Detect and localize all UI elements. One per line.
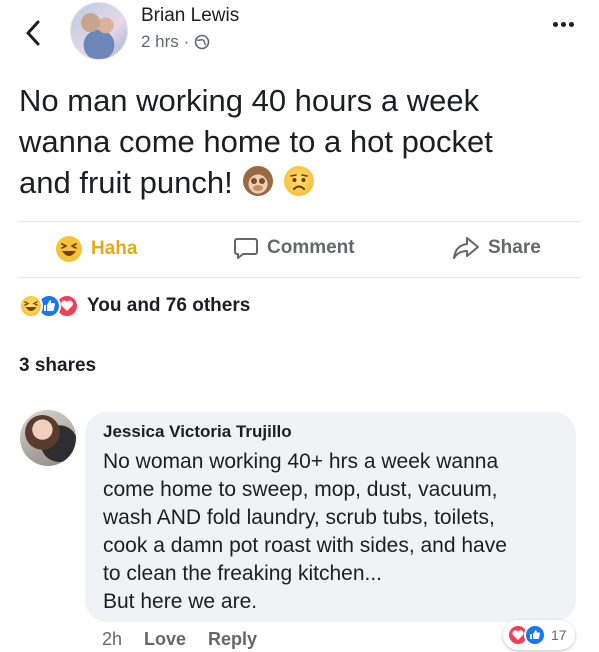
post-text: No man working 40 hours a week wanna com… — [19, 80, 579, 203]
see-no-evil-monkey-icon — [243, 166, 274, 196]
author-avatar[interactable] — [70, 2, 128, 60]
reactions-count-text: You and 76 others — [87, 295, 251, 316]
like-reaction-icon — [524, 624, 546, 646]
post-text-line: wanna come home to a hot pocket — [19, 124, 493, 159]
comment-love-button[interactable]: Love — [144, 629, 186, 650]
comment-reaction-count: 17 — [551, 627, 567, 643]
shares-count[interactable]: 3 shares — [19, 355, 96, 377]
globe-icon — [195, 34, 210, 50]
comment-text: No woman working 40+ hrs a week wanna co… — [103, 448, 563, 616]
dot — [553, 22, 558, 27]
more-options-button[interactable] — [553, 22, 574, 27]
comment-line: cook a damn pot roast with sides, and ha… — [103, 534, 507, 557]
comment-author-name[interactable]: Jessica Victoria Trujillo — [103, 422, 292, 442]
share-button[interactable]: Share — [452, 235, 541, 261]
comment-bubble: Jessica Victoria Trujillo No woman worki… — [85, 412, 576, 622]
comment-reactions-badge[interactable]: 17 — [503, 620, 575, 650]
divider — [18, 221, 581, 222]
comment-line: No woman working 40+ hrs a week wanna — [103, 450, 499, 473]
comment-line: to clean the freaking kitchen... — [103, 562, 382, 585]
comment-line: come home to sweep, mop, dust, vacuum, — [103, 478, 498, 501]
comment-button[interactable]: Comment — [233, 235, 355, 261]
post-author-name[interactable]: Brian Lewis — [141, 5, 239, 27]
post-action-bar: Haha Comment Share — [0, 229, 599, 275]
share-label: Share — [488, 237, 541, 258]
haha-label: Haha — [91, 238, 138, 259]
dot — [569, 22, 574, 27]
haha-reaction-icon — [19, 294, 43, 318]
comment-reply-button[interactable]: Reply — [208, 629, 257, 650]
meta-separator: · — [183, 32, 190, 51]
post-text-line-3: and fruit punch! — [19, 165, 233, 200]
chevron-left-icon — [26, 20, 40, 46]
haha-emoji-icon — [56, 236, 82, 262]
post-time[interactable]: 2 hrs — [141, 32, 179, 52]
back-button[interactable] — [20, 18, 46, 48]
comment-icon — [234, 238, 258, 259]
post-header: Brian Lewis 2 hrs · — [0, 0, 599, 70]
comment-line: wash AND fold laundry, scrub tubs, toile… — [103, 506, 495, 529]
post-text-line: and fruit punch! — [19, 162, 579, 203]
share-icon — [453, 237, 479, 259]
comment-label: Comment — [267, 237, 355, 258]
post-meta: 2 hrs · — [141, 32, 210, 52]
post-text-line: No man working 40 hours a week — [19, 83, 480, 118]
dot — [561, 22, 566, 27]
divider — [18, 277, 581, 278]
comment-time[interactable]: 2h — [102, 629, 122, 650]
worried-face-icon — [283, 166, 314, 196]
comment-footer: 2h Love Reply — [102, 629, 257, 650]
reactions-summary[interactable]: You and 76 others — [19, 294, 250, 318]
commenter-avatar[interactable] — [20, 410, 76, 466]
haha-reaction-button[interactable]: Haha — [55, 235, 137, 263]
comment-line: But here we are. — [103, 590, 258, 613]
